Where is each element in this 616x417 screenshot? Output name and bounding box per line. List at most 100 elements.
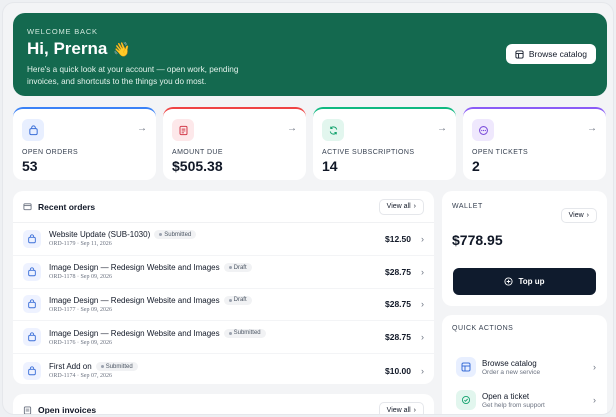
invoices-view-all-button[interactable]: View all › bbox=[378, 402, 424, 414]
chevron-right-icon: › bbox=[421, 266, 424, 277]
stat-value: 14 bbox=[322, 158, 338, 174]
chevron-right-icon: › bbox=[593, 395, 596, 405]
stat-label: OPEN TICKETS bbox=[472, 149, 529, 156]
stat-card-open-orders[interactable]: → OPEN ORDERS 53 bbox=[13, 107, 156, 180]
bag-icon bbox=[23, 295, 41, 314]
quick-action-open-ticket[interactable]: Open a ticket Get help from support › bbox=[456, 390, 596, 410]
welcome-subtitle: Here's a quick look at your account — op… bbox=[27, 65, 239, 86]
quick-action-title: Open a ticket bbox=[482, 391, 530, 401]
order-amount: $28.75 bbox=[385, 266, 411, 277]
arrow-right-icon: → bbox=[287, 123, 297, 134]
browse-catalog-button[interactable]: Browse catalog bbox=[505, 44, 596, 64]
order-name: Image Design — Redesign Website and Imag… bbox=[49, 328, 220, 338]
order-row[interactable]: Image Design — Redesign Website and Imag… bbox=[13, 256, 434, 289]
stat-label: AMOUNT DUE bbox=[172, 149, 223, 156]
status-text: Draft bbox=[233, 297, 247, 304]
dashboard-shell: WELCOME BACK Hi, Prerna 👋 Here's a quick… bbox=[2, 2, 614, 415]
status-badge: Draft bbox=[223, 263, 252, 273]
arrow-right-icon: → bbox=[587, 123, 597, 134]
stat-value: 53 bbox=[22, 158, 38, 174]
welcome-banner: WELCOME BACK Hi, Prerna 👋 Here's a quick… bbox=[13, 13, 607, 96]
chat-icon bbox=[472, 119, 494, 141]
stat-card-active-subscriptions[interactable]: → ACTIVE SUBSCRIPTIONS 14 bbox=[313, 107, 456, 180]
wallet-panel: WALLET View › $778.95 Top up bbox=[442, 191, 607, 306]
order-row[interactable]: First Add on Submitted ORD-1174 · Sep 07,… bbox=[13, 354, 434, 387]
quick-action-browse-catalog[interactable]: Browse catalog Order a new service › bbox=[456, 357, 596, 377]
bag-icon bbox=[23, 229, 41, 248]
open-invoices-panel: Open invoices View all › bbox=[13, 394, 434, 415]
view-all-label: View all bbox=[386, 203, 411, 210]
order-row[interactable]: Website Update (SUB-1030) Submitted ORD-1… bbox=[13, 223, 434, 256]
order-row[interactable]: Image Design — Redesign Website and Imag… bbox=[13, 321, 434, 355]
status-text: Draft bbox=[233, 264, 247, 271]
greeting-text: Hi, Prerna bbox=[27, 39, 108, 58]
stat-label: OPEN ORDERS bbox=[22, 149, 79, 156]
bag-icon bbox=[22, 119, 44, 141]
order-amount: $28.75 bbox=[385, 332, 411, 343]
wallet-balance: $778.95 bbox=[452, 232, 503, 248]
chevron-right-icon: › bbox=[421, 299, 424, 310]
refresh-icon bbox=[322, 119, 344, 141]
wave-emoji: 👋 bbox=[113, 40, 131, 57]
bag-icon bbox=[23, 262, 41, 281]
chat-icon bbox=[456, 390, 476, 410]
stat-card-amount-due[interactable]: → AMOUNT DUE $505.38 bbox=[163, 107, 306, 180]
top-up-label: Top up bbox=[518, 277, 545, 286]
stat-card-open-tickets[interactable]: → OPEN TICKETS 2 bbox=[463, 107, 606, 180]
catalog-icon bbox=[515, 49, 524, 59]
order-name: First Add on bbox=[49, 362, 92, 372]
quick-action-title: Browse catalog bbox=[482, 358, 537, 368]
bag-icon bbox=[23, 361, 41, 380]
wallet-view-label: View bbox=[568, 212, 584, 219]
chevron-right-icon: › bbox=[413, 406, 416, 414]
chevron-right-icon: › bbox=[593, 362, 596, 372]
quick-action-subtitle: Get help from support bbox=[482, 401, 545, 409]
order-name: Website Update (SUB-1030) bbox=[49, 230, 151, 240]
browse-catalog-label: Browse catalog bbox=[528, 49, 587, 59]
status-text: Submitted bbox=[164, 231, 192, 238]
welcome-eyebrow: WELCOME BACK bbox=[27, 27, 98, 36]
quick-actions-panel: QUICK ACTIONS Browse catalog Order a new… bbox=[442, 315, 607, 414]
order-meta: ORD-1179 · Sep 11, 2026 bbox=[49, 241, 112, 248]
wallet-view-button[interactable]: View › bbox=[560, 208, 597, 223]
quick-actions-label: QUICK ACTIONS bbox=[452, 325, 514, 332]
chevron-right-icon: › bbox=[413, 203, 416, 210]
chevron-right-icon: › bbox=[586, 212, 589, 219]
status-text: Submitted bbox=[233, 330, 261, 337]
view-all-label: View all bbox=[386, 406, 411, 414]
status-badge: Submitted bbox=[154, 230, 197, 240]
order-name: Image Design — Redesign Website and Imag… bbox=[49, 295, 220, 305]
status-text: Submitted bbox=[105, 363, 133, 370]
status-badge: Submitted bbox=[223, 328, 266, 338]
order-meta: ORD-1174 · Sep 07, 2026 bbox=[49, 373, 112, 380]
open-invoices-header: Open invoices View all › bbox=[13, 394, 434, 415]
orders-view-all-button[interactable]: View all › bbox=[378, 198, 424, 215]
stat-value: $505.38 bbox=[172, 158, 223, 174]
status-badge: Draft bbox=[223, 295, 252, 305]
receipt-icon bbox=[172, 119, 194, 141]
catalog-icon bbox=[456, 357, 476, 377]
stat-label: ACTIVE SUBSCRIPTIONS bbox=[322, 149, 415, 156]
box-icon bbox=[23, 203, 32, 211]
order-meta: ORD-1177 · Sep 09, 2026 bbox=[49, 306, 112, 313]
chevron-right-icon: › bbox=[421, 332, 424, 343]
recent-orders-panel: Recent orders View all › Website Update … bbox=[13, 191, 434, 384]
recent-orders-header: Recent orders View all › bbox=[13, 191, 434, 223]
arrow-right-icon: → bbox=[437, 123, 447, 134]
chevron-right-icon: › bbox=[421, 233, 424, 244]
order-amount: $28.75 bbox=[385, 299, 411, 310]
open-invoices-title: Open invoices bbox=[38, 405, 97, 415]
top-up-button[interactable]: Top up bbox=[453, 268, 596, 295]
order-meta: ORD-1176 · Sep 09, 2026 bbox=[49, 339, 112, 346]
stat-value: 2 bbox=[472, 158, 480, 174]
arrow-right-icon: → bbox=[137, 123, 147, 134]
order-row[interactable]: Image Design — Redesign Website and Imag… bbox=[13, 289, 434, 322]
plus-circle-icon bbox=[504, 277, 514, 286]
order-amount: $12.50 bbox=[385, 233, 411, 244]
quick-action-subtitle: Order a new service bbox=[482, 368, 541, 376]
status-badge: Submitted bbox=[95, 362, 138, 372]
document-icon bbox=[23, 405, 32, 414]
bag-icon bbox=[23, 328, 41, 347]
recent-orders-title: Recent orders bbox=[38, 201, 96, 212]
order-amount: $10.00 bbox=[385, 365, 411, 376]
